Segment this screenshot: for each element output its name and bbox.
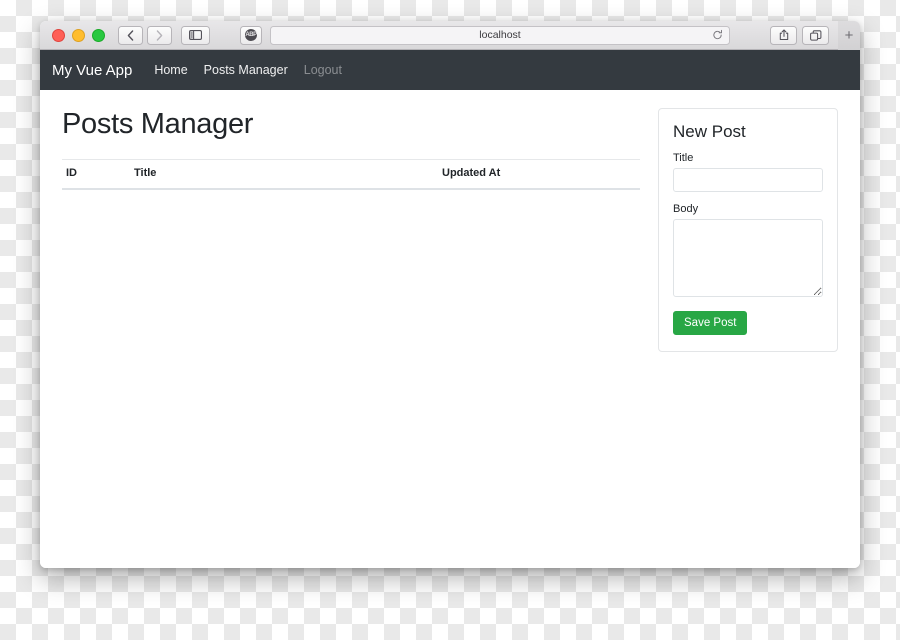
navbar-brand[interactable]: My Vue App [52,62,132,79]
browser-toolbar: ABP localhost + [40,21,860,50]
navbar-links: Home Posts Manager Logout [154,63,342,77]
chevron-left-icon [127,29,134,41]
page-title: Posts Manager [62,108,254,140]
chevron-right-icon [156,29,163,41]
forward-button[interactable] [147,25,172,45]
window-traffic-lights [52,28,105,42]
title-input[interactable] [673,168,823,192]
column-header-updated-at[interactable]: Updated At [438,159,640,190]
address-bar[interactable]: localhost [270,25,730,45]
page-viewport: My Vue App Home Posts Manager Logout Pos… [40,50,860,568]
extension-icon: ABP [245,29,257,41]
navigation-buttons [118,25,172,45]
column-header-title[interactable]: Title [130,159,438,190]
table-header-row: ID Title Updated At [62,159,640,190]
app-navbar: My Vue App Home Posts Manager Logout [40,50,860,90]
share-icon [779,29,789,41]
new-post-title: New Post [673,122,746,141]
show-tabs-icon [809,29,822,41]
title-label: Title [673,152,694,164]
posts-list-column: Posts Manager ID Title Updated At [62,108,640,568]
posts-table-head: ID Title Updated At [62,159,640,190]
share-button[interactable] [770,25,797,45]
sidebar-toggle-icon [189,30,202,40]
back-button[interactable] [118,25,143,45]
body-textarea[interactable] [673,219,823,297]
sidebar-toggle-button[interactable] [181,25,210,45]
nav-link-posts-manager[interactable]: Posts Manager [204,63,288,77]
posts-table: ID Title Updated At [62,159,640,190]
toolbar-right-buttons: + [760,21,860,50]
body-label: Body [673,203,699,215]
address-bar-url: localhost [479,29,521,41]
show-tabs-button[interactable] [802,25,829,45]
close-window-button[interactable] [52,28,65,42]
nav-link-logout[interactable]: Logout [304,63,342,77]
minimize-window-button[interactable] [72,28,85,42]
page-content: Posts Manager ID Title Updated At New Po… [40,90,860,568]
new-post-column: New Post Title Body Save Post [658,108,838,568]
zoom-window-button[interactable] [92,28,105,42]
save-post-button[interactable]: Save Post [673,311,748,335]
browser-window: ABP localhost + My Vue App Home Posts Ma… [40,21,860,568]
nav-link-home[interactable]: Home [154,63,187,77]
extension-button[interactable]: ABP [240,25,262,45]
new-post-card: New Post Title Body Save Post [658,108,838,352]
reload-icon[interactable] [712,29,723,41]
body-field-group: Body [673,203,823,297]
new-tab-button[interactable]: + [838,21,860,50]
column-header-id[interactable]: ID [62,159,130,190]
title-field-group: Title [673,152,823,192]
